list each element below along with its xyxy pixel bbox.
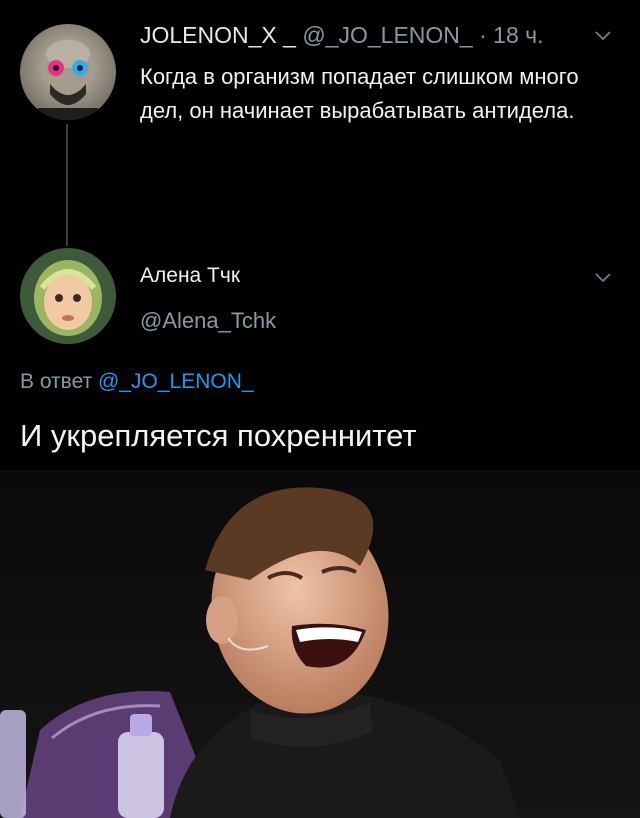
avatar-jolenon[interactable] [20,24,116,120]
thread-connector-line [66,124,68,246]
avatar-alena[interactable] [20,248,116,344]
reply-context: В ответ @_JO_LENON_ [20,370,254,394]
chevron-down-icon [595,273,611,283]
tweet1-menu-button[interactable] [592,24,614,46]
author2-handle[interactable]: @Alena_Tchk [140,308,276,334]
avatar-portrait-icon [20,24,116,120]
author2-display-name[interactable]: Алена Тчк [140,264,240,288]
chevron-down-icon [595,31,611,41]
tweet1-body: Когда в организм попадает слишком много … [140,64,579,123]
author1-display-name[interactable]: JOLENON_X _ [140,22,296,48]
tweet1-timestamp[interactable]: 18 ч. [493,22,543,48]
tweet1-header: JOLENON_X _ @_JO_LENON_ · 18 ч. [140,22,544,49]
reply-prefix: В ответ [20,370,93,393]
avatar-child-icon [20,248,116,344]
tweet2-image[interactable] [0,470,640,818]
laughing-man-photo [0,470,640,818]
reply-to-link[interactable]: @_JO_LENON_ [98,370,254,393]
tweet2-body: И укрепляется похреннитет [20,418,417,453]
header-separator: · [479,22,487,48]
tweet2-menu-button[interactable] [592,266,614,288]
author1-handle[interactable]: @_JO_LENON_ [302,22,472,48]
